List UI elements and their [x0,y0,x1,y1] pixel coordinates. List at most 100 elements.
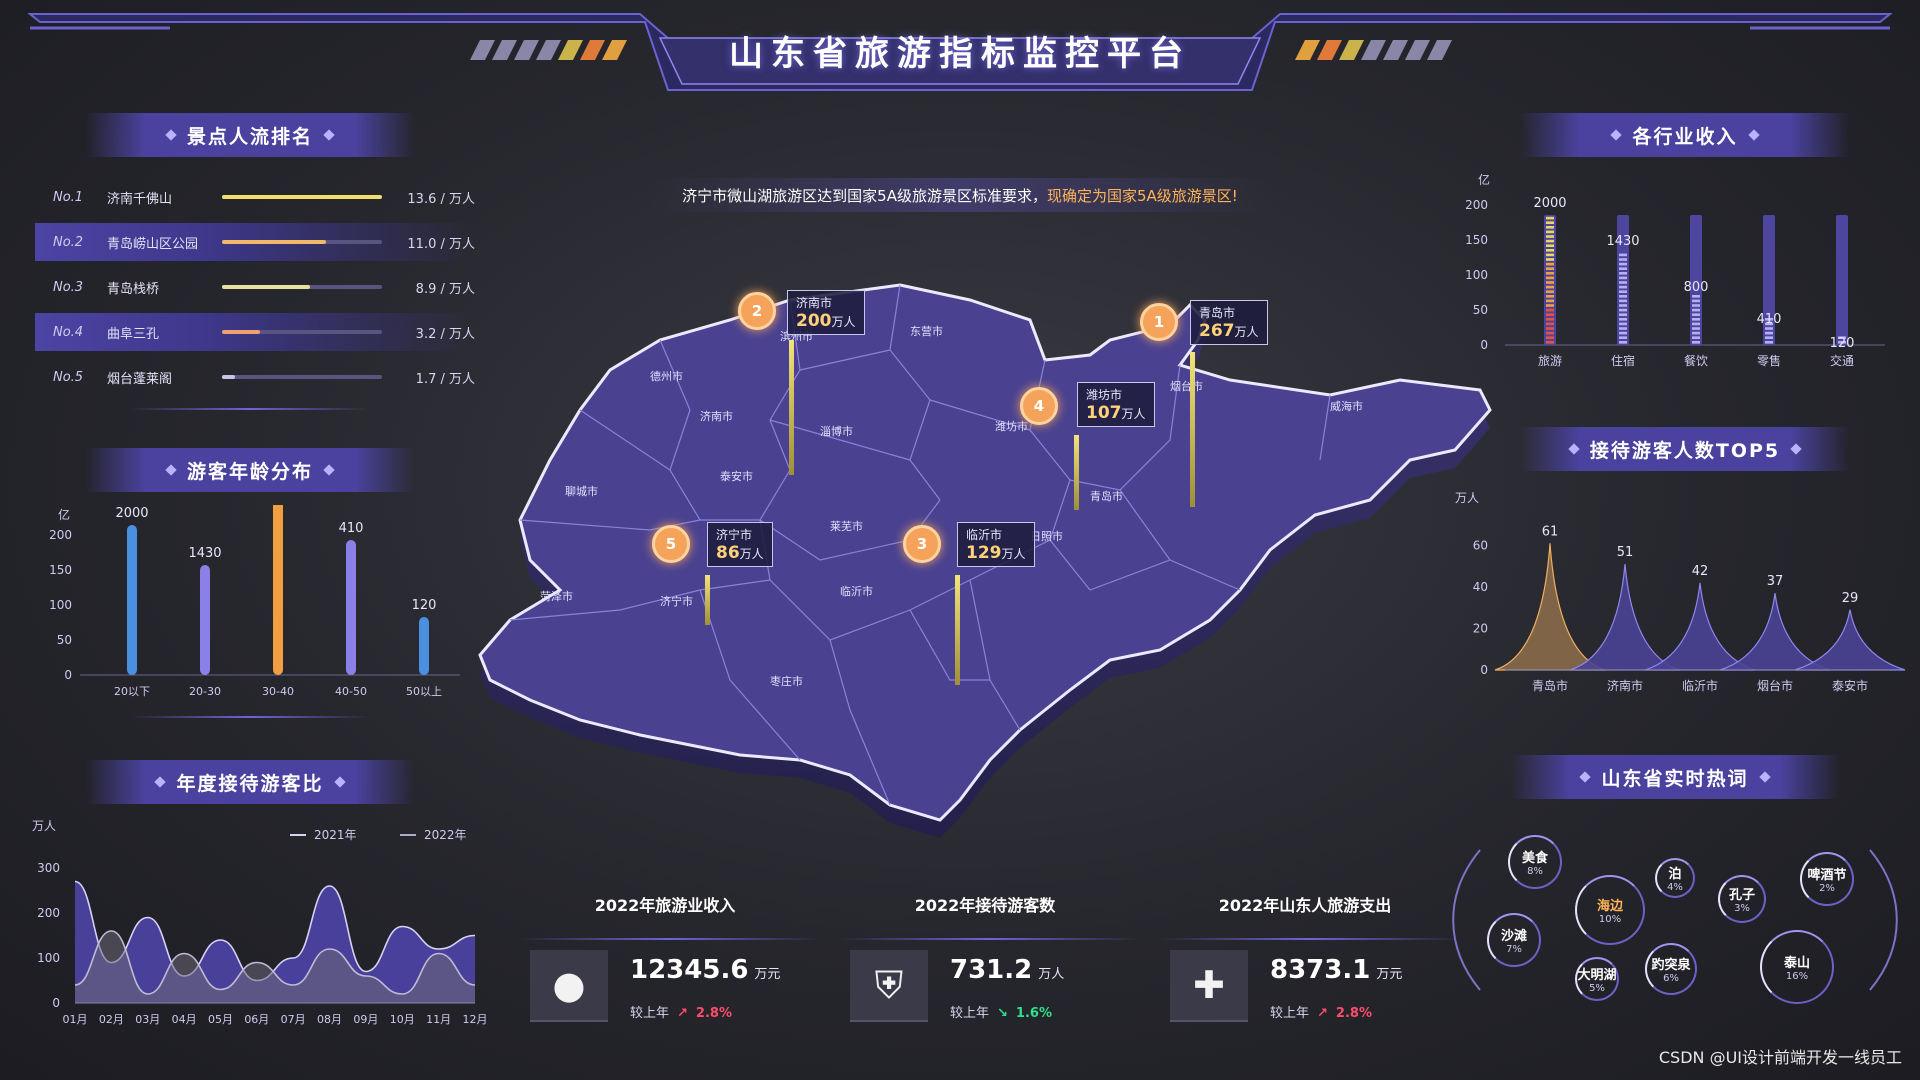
city-rank-pin[interactable]: 3 [903,525,941,563]
city-rank-pin[interactable]: 4 [1020,387,1058,425]
ranking-row[interactable]: No.1 济南千佛山 13.6 / 万人 [35,178,475,216]
map-city-label: 威海市 [1330,399,1363,413]
city-rank-pin[interactable]: 2 [738,292,776,330]
industry-bar-segment [1546,327,1554,330]
top5-x-tick: 临沂市 [1682,678,1718,693]
city-callout[interactable]: 济宁市 86万人 [707,522,773,567]
industry-y-tick: 200 [1465,198,1488,212]
rank-progress-bar [222,195,382,199]
city-value: 107 [1086,403,1122,423]
hotword-bubble[interactable]: 大明湖 5% [1575,957,1619,1001]
city-stem [1074,435,1079,510]
hotword-percent: 16% [1785,971,1809,982]
diamond-icon [1758,771,1771,783]
hotword-bubble[interactable]: 啤酒节 2% [1800,852,1854,906]
city-callout[interactable]: 济南市 200万人 [787,290,865,335]
industry-bar-segment [1692,327,1700,330]
industry-bar-segment [1546,322,1554,326]
top5-value-label: 61 [1542,524,1559,539]
industry-bar-segment [1546,331,1554,335]
city-unit: 万人 [1001,547,1026,561]
age-y-unit: 亿 [58,507,70,522]
city-name: 潍坊市 [1086,388,1123,402]
city-value-line: 129万人 [966,543,1026,563]
hotword-bubble[interactable]: 泊 4% [1655,858,1695,898]
top5-x-tick: 烟台市 [1757,678,1793,693]
industry-bar-segment [1692,336,1700,339]
top5-peak [1644,582,1756,671]
industry-y-unit: 亿 [1478,172,1490,187]
diamond-icon [333,776,346,788]
industry-bar-segment [1619,295,1627,298]
trend-up-icon: ↗ [1317,1006,1328,1021]
ranking-row[interactable]: No.5 烟台蓬莱阁 1.7 / 万人 [35,358,475,396]
rank-progress-fill [222,375,235,379]
age-bar [127,525,137,675]
industry-bar-segment [1692,308,1700,312]
map-city-label: 日照市 [1030,529,1063,543]
hotword-text: 啤酒节 [1807,868,1847,883]
header-stripes-right [1295,40,1452,60]
diamond-icon [323,129,335,141]
trend-down-icon: ↘ [997,1006,1008,1021]
city-callout[interactable]: 青岛市 267万人 [1190,300,1268,345]
age-x-tick: 50以上 [406,685,442,698]
rank-name: 曲阜三孔 [107,326,160,342]
industry-bar-segment [1619,253,1627,257]
kpi-title: 2022年旅游业收入 [594,896,736,915]
header: 山东省旅游指标监控平台 [0,0,1920,100]
hotword-percent: 2% [1819,883,1835,894]
industry-y-tick: 100 [1465,268,1488,282]
hotword-bubble[interactable]: 海边 10% [1575,875,1645,945]
city-callout[interactable]: 潍坊市 107万人 [1077,382,1155,427]
industry-bar-segment [1546,244,1554,247]
top5-y-tick: 20 [1473,621,1488,635]
industry-bar-segment [1765,331,1773,335]
city-callout[interactable]: 临沂市 129万人 [957,522,1035,567]
industry-bar-segment [1619,285,1627,289]
industry-x-tick: 零售 [1757,353,1781,368]
city-value: 267 [1199,321,1235,341]
top5-y-tick: 0 [1480,663,1488,677]
city-rank-pin[interactable]: 5 [652,525,690,563]
top5-peak [1719,593,1831,671]
industry-bar-segment [1546,281,1554,284]
banner-highlight: 现确定为国家5A级旅游景区! [1046,186,1238,205]
yearly-x-tick: 01月 [63,1013,88,1026]
industry-bar-segment [1619,308,1627,312]
ranking-row[interactable]: No.2 青岛崂山区公园 11.0 / 万人 [35,223,475,261]
rank-number: No.1 [53,189,84,205]
industry-bar-segment [1546,253,1554,257]
industry-bar-segment [1619,341,1627,344]
top5-title-text: 接待游客人数TOP5 [1589,439,1781,462]
hotword-bubble[interactable]: 孔子 3% [1718,875,1766,923]
industry-bar-segment [1619,299,1627,303]
diamond-icon [323,464,335,476]
top5-y-tick: 60 [1473,538,1488,552]
hotword-bubble[interactable]: 趵突泉 6% [1645,943,1697,995]
trend-up-icon: ↗ [677,1006,688,1021]
ranking-row[interactable]: No.4 曲阜三孔 3.2 / 万人 [35,313,475,351]
hotword-text: 沙滩 [1500,929,1527,944]
industry-bar-segment [1546,336,1554,339]
diamond-icon [1610,129,1623,141]
kpi-delta: 2.8% [1335,1006,1372,1021]
city-stem [1190,352,1195,507]
city-rank-pin[interactable]: 1 [1140,303,1178,341]
diamond-icon [1568,443,1580,455]
kpi-delta: 2.8% [695,1006,732,1021]
rank-value: 13.6 / 万人 [407,191,475,207]
hotword-bubble[interactable]: 沙滩 7% [1487,913,1541,967]
top5-y-unit: 万人 [1455,491,1479,505]
industry-bar-segment [1546,221,1554,224]
age-bar [200,565,210,675]
city-value-line: 86万人 [716,543,764,563]
ranking-row[interactable]: No.3 青岛栈桥 8.9 / 万人 [35,268,475,306]
hotword-bubble[interactable]: 泰山 16% [1760,930,1834,1004]
diamond-icon [165,129,177,141]
industry-x-tick: 住宿 [1611,353,1635,368]
hotword-bubble[interactable]: 美食 8% [1508,835,1562,889]
rank-value: 3.2 / 万人 [415,326,475,342]
kpi-title: 2022年接待游客数 [914,896,1056,915]
yearly-y-tick: 0 [52,996,60,1010]
